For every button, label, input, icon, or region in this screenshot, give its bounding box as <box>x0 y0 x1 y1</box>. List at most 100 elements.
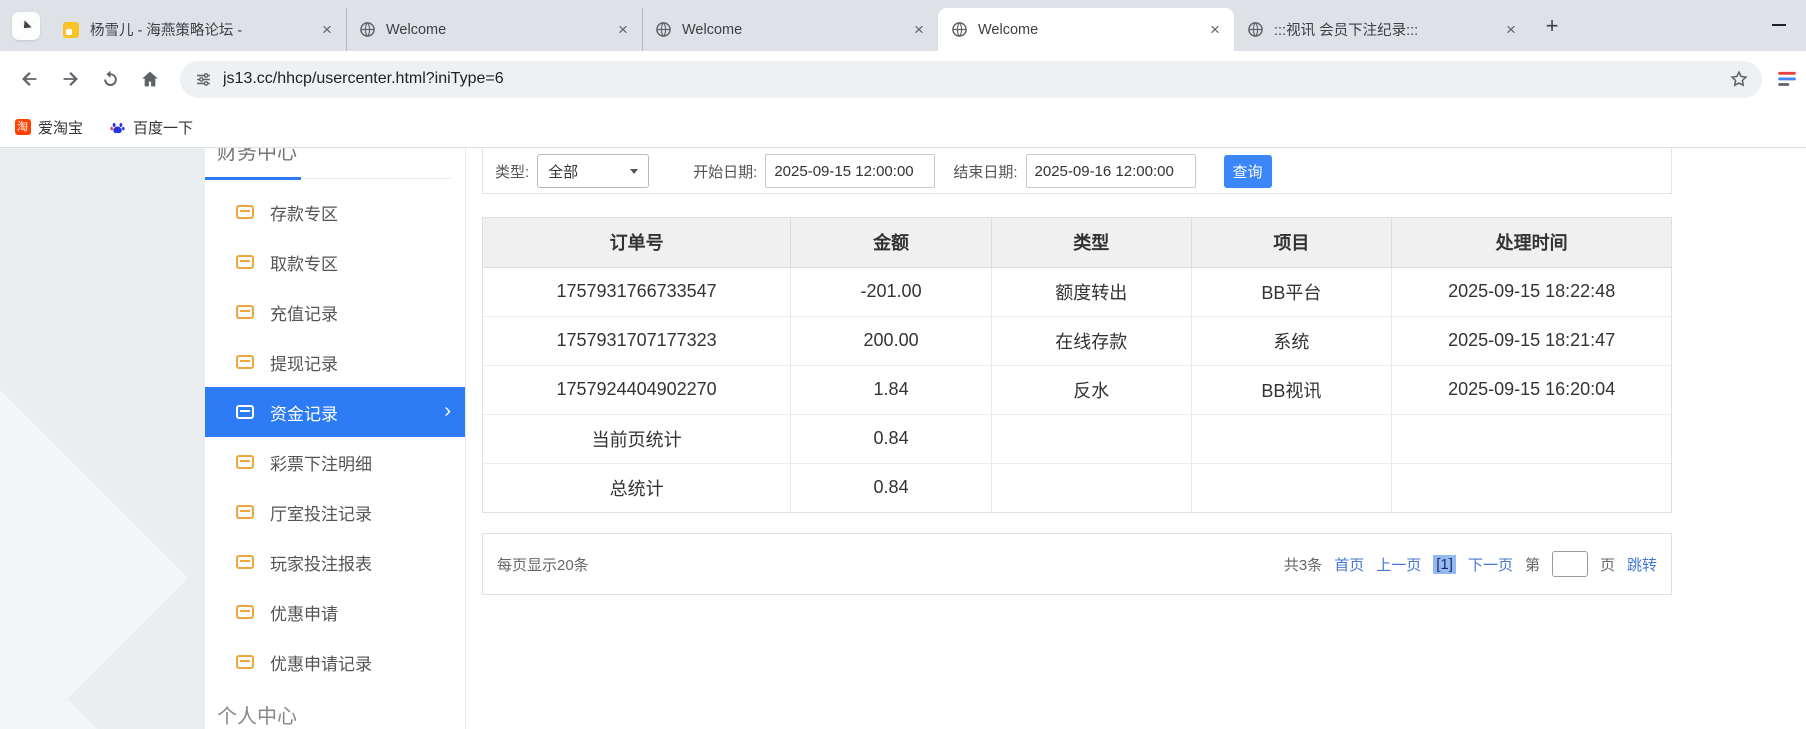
tab-title: Welcome <box>978 21 1039 38</box>
sidebar-menu-item[interactable]: 厅室投注记录 <box>205 487 465 537</box>
table-cell: 1757924404902270 <box>483 365 792 415</box>
query-button[interactable]: 查询 <box>1223 154 1272 188</box>
tab-close-icon[interactable] <box>1206 21 1224 39</box>
browser-tab[interactable]: Welcome <box>346 8 642 51</box>
tab-list: 杨雪儿 - 海燕策略论坛 - Welcome Welcome Welcome :… <box>50 0 1530 51</box>
jump-button[interactable]: 跳转 <box>1627 554 1657 575</box>
table-body: 1757931766733547 -201.00 额度转出 BB平台 2025-09-1… <box>483 267 1671 512</box>
first-page-link[interactable]: 首页 <box>1334 554 1364 575</box>
sidebar-menu-item[interactable]: 提现记录 <box>205 337 465 387</box>
main-content: 类型: 全部 开始日期: 结束日期: 查询 订单号金额类型项目处理时间 1757 <box>482 148 1672 729</box>
table-row: 总统计 0.84 <box>483 463 1671 512</box>
address-bar[interactable]: js13.cc/hhcp/usercenter.html?iniType=6 <box>180 60 1762 98</box>
browser-tab[interactable]: Welcome <box>938 8 1234 51</box>
select-chevron-icon <box>630 168 639 174</box>
back-button[interactable] <box>12 61 48 97</box>
current-page-indicator: [1] <box>1433 554 1456 574</box>
prev-page-link[interactable]: 上一页 <box>1376 554 1421 575</box>
reload-button[interactable] <box>92 61 128 97</box>
table-cell: -201.00 <box>790 267 992 317</box>
window-minimize-button[interactable] <box>1772 24 1786 26</box>
tab-favicon <box>654 21 672 39</box>
table-cell <box>1392 463 1671 512</box>
table-row: 1757924404902270 1.84 反水 BB视讯 2025-09-15 16:… <box>483 365 1671 415</box>
menu-item-icon <box>236 655 254 669</box>
table-cell: 总统计 <box>483 463 792 512</box>
browser-tab[interactable]: :::视讯 会员下注纪录::: <box>1234 8 1530 51</box>
browser-window: 杨雪儿 - 海燕策略论坛 - Welcome Welcome Welcome :… <box>0 0 1806 729</box>
table-cell: 200.00 <box>790 316 992 366</box>
chevron-down-icon <box>20 19 32 32</box>
type-select[interactable]: 全部 <box>537 154 650 188</box>
sidebar-menu-item[interactable]: 玩家投注报表 <box>205 537 465 587</box>
bookmark-item[interactable]: 爱淘宝 <box>14 117 83 138</box>
table-cell: 1757931707177323 <box>483 316 792 366</box>
jump-page-input[interactable] <box>1551 551 1588 577</box>
table-cell: BB视讯 <box>1191 365 1393 415</box>
table-header-cell: 处理时间 <box>1391 218 1671 268</box>
side-panel-icon[interactable] <box>1772 64 1802 94</box>
menu-item-label: 厅室投注记录 <box>270 504 372 524</box>
home-button[interactable] <box>132 61 168 97</box>
sidebar-section-personal[interactable]: 个人中心 <box>217 700 297 729</box>
sidebar-menu-item[interactable]: 充值记录 <box>205 287 465 337</box>
records-table: 订单号 金额 类型 项目 处理时间 1757931766733547 -201.00 额度转… <box>483 218 1671 512</box>
type-select-value: 全部 <box>548 163 579 181</box>
browser-tab[interactable]: Welcome <box>642 8 938 51</box>
table-header-cell: 金额 <box>790 218 992 268</box>
table-cell: 0.84 <box>790 463 992 512</box>
sidebar-menu-item[interactable]: 存款专区 <box>205 187 465 237</box>
table-cell: 2025-09-15 16:20:04 <box>1391 365 1671 415</box>
browser-toolbar: js13.cc/hhcp/usercenter.html?iniType=6 <box>0 51 1806 107</box>
sidebar-section-finance[interactable]: 财务中心 <box>205 148 451 180</box>
table-cell: 系统 <box>1191 316 1393 366</box>
tab-favicon <box>1246 21 1264 39</box>
tab-close-icon[interactable] <box>1502 21 1520 39</box>
table-cell: 1.84 <box>790 365 992 415</box>
bookmark-favicon <box>109 119 126 136</box>
next-page-link[interactable]: 下一页 <box>1468 554 1513 575</box>
table-cell: 0.84 <box>790 414 992 464</box>
sidebar-menu-item[interactable]: 优惠申请 <box>205 587 465 637</box>
table-cell: 反水 <box>991 365 1192 415</box>
tab-strip: 杨雪儿 - 海燕策略论坛 - Welcome Welcome Welcome :… <box>0 0 1806 51</box>
menu-item-label: 优惠申请记录 <box>270 654 372 674</box>
new-tab-button[interactable] <box>1538 12 1566 40</box>
tab-close-icon[interactable] <box>910 21 928 39</box>
sidebar: 财务中心 存款专区 取款专区 充值记录 提现记录 资金记录 彩票下注明细 厅室投… <box>205 148 466 729</box>
sidebar-menu-item[interactable]: 资金记录 <box>205 387 465 437</box>
start-date-label: 开始日期: <box>693 163 758 181</box>
url-text: js13.cc/hhcp/usercenter.html?iniType=6 <box>223 70 504 87</box>
table-row: 当前页统计 0.84 <box>483 414 1671 464</box>
sidebar-menu-item[interactable]: 取款专区 <box>205 237 465 287</box>
tab-close-icon[interactable] <box>318 21 336 39</box>
browser-tab[interactable]: 杨雪儿 - 海燕策略论坛 - <box>50 8 346 51</box>
back-arrow-icon <box>22 72 37 86</box>
home-icon <box>142 71 158 87</box>
records-table-panel: 订单号 金额 类型 项目 处理时间 1757931766733547 -201.00 额度转… <box>482 217 1672 513</box>
forward-button[interactable] <box>52 61 88 97</box>
table-cell <box>991 463 1192 512</box>
table-row: 1757931766733547 -201.00 额度转出 BB平台 2025-09-1… <box>483 267 1671 317</box>
bookmark-star-icon[interactable] <box>1728 68 1750 95</box>
tab-search-button[interactable] <box>12 11 40 40</box>
tab-close-icon[interactable] <box>614 21 632 39</box>
table-header-cell: 订单号 <box>483 218 792 268</box>
menu-item-icon <box>236 405 254 419</box>
end-date-input[interactable] <box>1025 154 1196 188</box>
page-size-text: 每页显示20条 <box>497 556 589 574</box>
jump-label-prefix: 第 <box>1524 556 1540 574</box>
table-row: 1757931707177323 200.00 在线存款 系统 2025-09-15 1… <box>483 316 1671 366</box>
menu-item-label: 存款专区 <box>270 204 338 224</box>
reload-icon <box>103 70 117 86</box>
end-date-label: 结束日期: <box>953 163 1018 181</box>
table-header-row: 订单号 金额 类型 项目 处理时间 <box>483 218 1671 268</box>
bookmark-item[interactable]: 百度一下 <box>109 117 193 138</box>
sidebar-menu-item[interactable]: 优惠申请记录 <box>205 637 465 687</box>
chevron-right-icon <box>444 400 451 423</box>
sidebar-menu-item[interactable]: 彩票下注明细 <box>205 437 465 487</box>
table-cell <box>1391 414 1671 464</box>
menu-item-icon <box>236 355 254 369</box>
start-date-input[interactable] <box>765 154 936 188</box>
bookmark-favicon <box>14 119 31 136</box>
